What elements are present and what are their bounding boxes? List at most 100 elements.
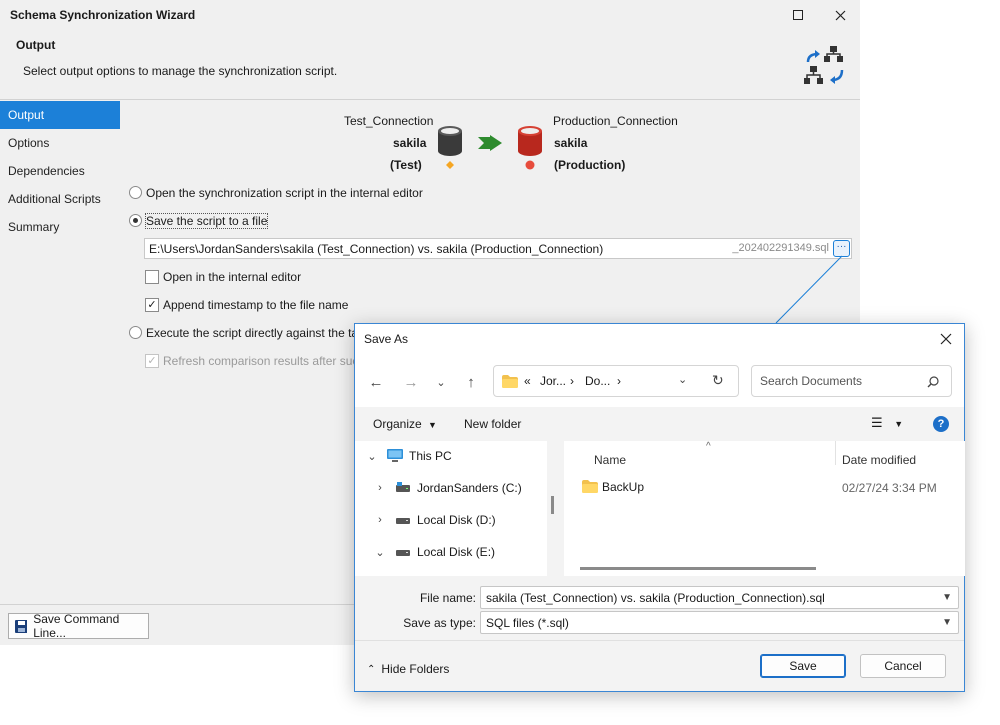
hide-folders-button[interactable]: ⌃ Hide Folders (367, 662, 449, 676)
folder-tree: ⌄ This PC › JordanSanders (C:) › Local D… (355, 441, 547, 576)
close-icon[interactable] (826, 4, 854, 26)
refresh-comparison-label: Refresh comparison results after succes (163, 354, 378, 368)
drive-icon (396, 550, 410, 556)
nav-item-output[interactable]: Output (0, 101, 120, 129)
column-header-date-modified[interactable]: Date modified (842, 453, 916, 467)
hide-folders-label: Hide Folders (381, 662, 450, 676)
breadcrumb-documents[interactable]: Do... (585, 374, 610, 388)
browse-button[interactable]: ··· (833, 240, 850, 257)
tree-item-label: Local Disk (D:) (417, 513, 496, 527)
save-as-type-label: Save as type: (403, 616, 476, 630)
horizontal-scrollbar[interactable] (580, 567, 816, 570)
wizard-header: Output Select output options to manage t… (0, 30, 860, 100)
drive-icon (396, 482, 410, 492)
save-as-navbar: ← → ⌄ ↑ « Jor... › Do... › ⌄ ↻ (355, 355, 964, 407)
floppy-disk-icon (15, 619, 28, 633)
chevron-up-icon: ⌃ (367, 663, 376, 675)
view-options-button[interactable]: ☰ ▼ (871, 415, 905, 433)
save-command-line-label: Save Command Line... (33, 612, 120, 640)
new-folder-button[interactable]: New folder (464, 417, 521, 431)
maximize-icon[interactable] (784, 4, 812, 26)
open-internal-editor-label: Open the synchronization script in the i… (146, 186, 423, 200)
open-in-editor-label: Open in the internal editor (163, 270, 302, 284)
save-to-file-radio[interactable] (129, 214, 142, 227)
execute-directly-label: Execute the script directly against the … (146, 326, 376, 340)
view-list-icon: ☰ (871, 415, 883, 430)
tree-item-label: This PC (409, 449, 452, 463)
chevron-down-icon[interactable]: ⌄ (365, 450, 379, 463)
save-as-type-select[interactable]: SQL files (*.sql) ▼ (480, 611, 959, 634)
chevron-down-icon[interactable]: ▼ (942, 592, 952, 603)
folder-icon (582, 480, 598, 493)
tree-item-drive-d[interactable]: › Local Disk (D:) (355, 508, 545, 532)
source-env-label: (Test) (390, 158, 422, 172)
file-name: BackUp (602, 480, 645, 494)
nav-item-summary[interactable]: Summary (0, 213, 120, 241)
help-icon[interactable]: ? (933, 416, 949, 432)
refresh-icon[interactable]: ↻ (712, 372, 724, 389)
column-divider[interactable] (835, 441, 836, 465)
file-name-input[interactable]: sakila (Test_Connection) vs. sakila (Pro… (480, 586, 959, 609)
cancel-button[interactable]: Cancel (860, 654, 946, 678)
save-to-file-label: Save the script to a file (144, 213, 269, 229)
file-list: ^ Name Date modified BackUp 02/27/24 3:3… (564, 441, 965, 576)
breadcrumb-separator: › (570, 374, 574, 388)
tree-item-drive-e[interactable]: ⌄ Local Disk (E:) (355, 540, 545, 564)
search-icon (927, 376, 939, 388)
refresh-comparison-checkbox: ✓ (145, 354, 159, 368)
tree-item-this-pc[interactable]: ⌄ This PC (355, 444, 545, 468)
search-box[interactable] (751, 365, 952, 397)
tree-scrollbar[interactable] (551, 496, 554, 514)
forward-arrow-icon[interactable]: → (399, 372, 423, 392)
page-description: Select output options to manage the sync… (23, 64, 338, 78)
breadcrumb-user[interactable]: Jor... (540, 374, 566, 388)
save-command-line-button[interactable]: Save Command Line... (8, 612, 149, 640)
save-as-type-value: SQL files (*.sql) (486, 616, 569, 630)
file-name-label: File name: (419, 591, 476, 605)
page-title: Output (16, 38, 56, 52)
address-dropdown-icon[interactable]: ⌄ (678, 373, 687, 386)
source-database-label: sakila (393, 136, 427, 150)
schema-sync-icon (804, 46, 844, 84)
column-header-name[interactable]: Name (594, 453, 626, 467)
file-row-backup[interactable]: BackUp 02/27/24 3:34 PM (582, 477, 962, 499)
tree-item-label: Local Disk (E:) (417, 545, 496, 559)
back-arrow-icon[interactable]: ← (364, 372, 388, 392)
tree-item-label: JordanSanders (C:) (417, 481, 522, 495)
nav-item-additional-scripts[interactable]: Additional Scripts (0, 185, 120, 213)
sync-direction-arrow-icon (478, 135, 502, 151)
address-bar[interactable]: « Jor... › Do... › ⌄ ↻ (493, 365, 739, 397)
file-date-modified: 02/27/24 3:34 PM (842, 481, 937, 495)
append-timestamp-checkbox[interactable]: ✓ (145, 298, 159, 312)
source-connection-label: Test_Connection (344, 114, 434, 128)
chevron-down-icon[interactable]: ⌄ (373, 546, 387, 559)
close-icon[interactable] (934, 328, 958, 350)
target-env-label: (Production) (554, 158, 626, 172)
target-connection-label: Production_Connection (553, 114, 678, 128)
file-path-field[interactable]: E:\Users\JordanSanders\sakila (Test_Conn… (144, 238, 852, 259)
up-arrow-icon[interactable]: ↑ (459, 372, 483, 392)
chevron-right-icon[interactable]: › (373, 482, 387, 494)
file-name-value: sakila (Test_Connection) vs. sakila (Pro… (486, 591, 825, 605)
organize-label: Organize (373, 417, 422, 431)
source-database-icon (438, 126, 462, 169)
recent-locations-chevron-icon[interactable]: ⌄ (429, 372, 453, 392)
sort-ascending-icon: ^ (706, 441, 711, 452)
execute-directly-radio[interactable] (129, 326, 142, 339)
organize-button[interactable]: Organize ▼ (373, 417, 437, 431)
save-button[interactable]: Save (760, 654, 846, 678)
open-in-editor-checkbox[interactable] (145, 270, 159, 284)
breadcrumb-overflow[interactable]: « (524, 374, 531, 388)
chevron-right-icon[interactable]: › (373, 514, 387, 526)
chevron-down-icon[interactable]: ▼ (942, 617, 952, 628)
target-database-icon (518, 126, 542, 170)
wizard-title: Schema Synchronization Wizard (10, 8, 196, 22)
breadcrumb-separator: › (617, 374, 621, 388)
chevron-down-icon: ▼ (428, 420, 437, 430)
open-internal-editor-radio[interactable] (129, 186, 142, 199)
drive-icon (396, 518, 410, 524)
nav-item-dependencies[interactable]: Dependencies (0, 157, 120, 185)
search-input[interactable] (752, 366, 922, 396)
nav-item-options[interactable]: Options (0, 129, 120, 157)
tree-item-drive-c[interactable]: › JordanSanders (C:) (355, 476, 545, 500)
